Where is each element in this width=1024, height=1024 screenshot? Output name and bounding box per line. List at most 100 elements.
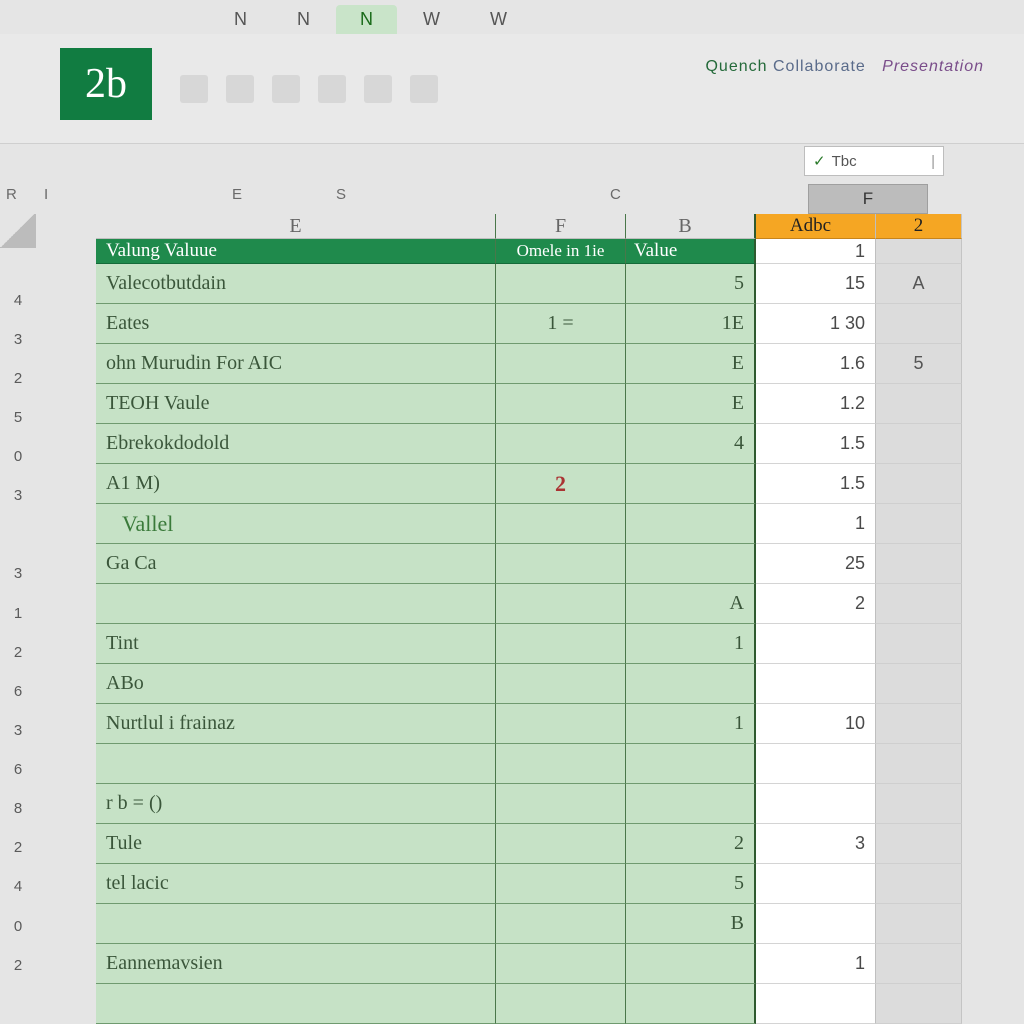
cell[interactable] bbox=[626, 464, 756, 504]
ribbon-tab-3[interactable]: W bbox=[399, 5, 464, 34]
cell[interactable] bbox=[496, 704, 626, 744]
cell[interactable]: 3 bbox=[756, 824, 876, 864]
ribbon-tab-4[interactable]: W bbox=[466, 5, 531, 34]
cell[interactable]: Nurtlul i frainaz bbox=[96, 704, 496, 744]
cell[interactable]: A bbox=[876, 264, 962, 304]
cell[interactable]: 1 = bbox=[496, 304, 626, 344]
cell[interactable]: B bbox=[626, 904, 756, 944]
name-box[interactable]: ✓ Tbc | bbox=[804, 146, 944, 176]
row-number[interactable]: 4 bbox=[0, 867, 36, 906]
cell[interactable]: Eannemavsien bbox=[96, 944, 496, 984]
cell[interactable]: 15 bbox=[756, 264, 876, 304]
cell[interactable] bbox=[756, 904, 876, 944]
cell[interactable] bbox=[96, 984, 496, 1024]
cell[interactable]: E bbox=[626, 384, 756, 424]
cell[interactable]: 1 bbox=[756, 504, 876, 544]
cell[interactable] bbox=[496, 784, 626, 824]
cell[interactable] bbox=[876, 384, 962, 424]
ribbon-tab-1[interactable]: N bbox=[273, 5, 334, 34]
cell[interactable] bbox=[876, 544, 962, 584]
cell[interactable]: 5 bbox=[876, 344, 962, 384]
cell[interactable] bbox=[496, 624, 626, 664]
cell[interactable] bbox=[756, 784, 876, 824]
cell[interactable]: 4 bbox=[626, 424, 756, 464]
row-number[interactable]: 0 bbox=[0, 907, 36, 946]
cell[interactable]: tel lacic bbox=[96, 864, 496, 904]
cell[interactable] bbox=[496, 584, 626, 624]
cell[interactable]: 2 bbox=[756, 584, 876, 624]
cell[interactable] bbox=[876, 504, 962, 544]
cell[interactable]: A1 M) bbox=[96, 464, 496, 504]
cell[interactable] bbox=[496, 384, 626, 424]
cell[interactable]: Eates bbox=[96, 304, 496, 344]
cell[interactable] bbox=[876, 784, 962, 824]
row-number[interactable]: 3 bbox=[0, 554, 36, 593]
row-number[interactable]: 3 bbox=[0, 711, 36, 750]
cell[interactable]: 2 bbox=[626, 824, 756, 864]
cell[interactable] bbox=[626, 664, 756, 704]
cell[interactable] bbox=[876, 464, 962, 504]
cell[interactable] bbox=[496, 864, 626, 904]
row-number[interactable]: 1 bbox=[0, 594, 36, 633]
italic-icon[interactable] bbox=[410, 75, 438, 103]
cell[interactable]: 10 bbox=[756, 704, 876, 744]
table-title-B[interactable]: Omele in 1ie bbox=[496, 239, 626, 264]
cell[interactable] bbox=[626, 744, 756, 784]
cell[interactable]: 1.2 bbox=[756, 384, 876, 424]
cell[interactable] bbox=[876, 904, 962, 944]
row-number[interactable]: 5 bbox=[0, 398, 36, 437]
cell[interactable] bbox=[496, 544, 626, 584]
cell[interactable] bbox=[876, 864, 962, 904]
ribbon-tab-2[interactable]: N bbox=[336, 5, 397, 34]
cell[interactable] bbox=[496, 424, 626, 464]
cell[interactable]: Tule bbox=[96, 824, 496, 864]
cell[interactable]: Valecotbutdain bbox=[96, 264, 496, 304]
cell[interactable]: 1 bbox=[756, 239, 876, 264]
cell[interactable] bbox=[496, 344, 626, 384]
row-number[interactable]: 4 bbox=[0, 281, 36, 320]
row-number[interactable]: 0 bbox=[0, 437, 36, 476]
cell[interactable]: ABo bbox=[96, 664, 496, 704]
row-number[interactable] bbox=[0, 985, 36, 1024]
cell[interactable] bbox=[756, 664, 876, 704]
cell[interactable] bbox=[496, 504, 626, 544]
cell[interactable] bbox=[496, 904, 626, 944]
cell[interactable] bbox=[496, 664, 626, 704]
cell[interactable] bbox=[876, 664, 962, 704]
row-number[interactable]: 2 bbox=[0, 633, 36, 672]
paste-icon[interactable] bbox=[180, 75, 208, 103]
cell[interactable] bbox=[876, 624, 962, 664]
column-header-orange-2[interactable]: 2 bbox=[876, 214, 962, 239]
column-header[interactable]: F bbox=[496, 214, 626, 239]
format-painter-icon[interactable] bbox=[318, 75, 346, 103]
cell[interactable] bbox=[496, 824, 626, 864]
cell[interactable]: Ga Ca bbox=[96, 544, 496, 584]
cell[interactable]: E bbox=[626, 344, 756, 384]
row-number[interactable]: 2 bbox=[0, 359, 36, 398]
cell[interactable]: 1.5 bbox=[756, 464, 876, 504]
cell[interactable] bbox=[876, 984, 962, 1024]
cell[interactable] bbox=[96, 584, 496, 624]
cell[interactable] bbox=[496, 944, 626, 984]
cell[interactable]: A bbox=[626, 584, 756, 624]
row-number[interactable]: 2 bbox=[0, 946, 36, 985]
cell[interactable]: 5 bbox=[626, 264, 756, 304]
column-header[interactable]: E bbox=[96, 214, 496, 239]
cell[interactable] bbox=[876, 704, 962, 744]
cell[interactable]: TEOH Vaule bbox=[96, 384, 496, 424]
ribbon-tab-0[interactable]: N bbox=[210, 5, 271, 34]
cell[interactable] bbox=[496, 264, 626, 304]
cell[interactable]: 1 bbox=[626, 704, 756, 744]
row-number[interactable]: 6 bbox=[0, 750, 36, 789]
row-number[interactable]: 3 bbox=[0, 320, 36, 359]
cell[interactable] bbox=[876, 744, 962, 784]
cell[interactable] bbox=[876, 584, 962, 624]
cell[interactable]: 1 bbox=[756, 944, 876, 984]
cell[interactable]: Tint bbox=[96, 624, 496, 664]
cell[interactable] bbox=[876, 424, 962, 464]
cell[interactable] bbox=[626, 504, 756, 544]
row-number[interactable]: 3 bbox=[0, 476, 36, 515]
cell[interactable] bbox=[876, 304, 962, 344]
cell[interactable]: 1.6 bbox=[756, 344, 876, 384]
cell[interactable]: Vallel bbox=[96, 504, 496, 544]
